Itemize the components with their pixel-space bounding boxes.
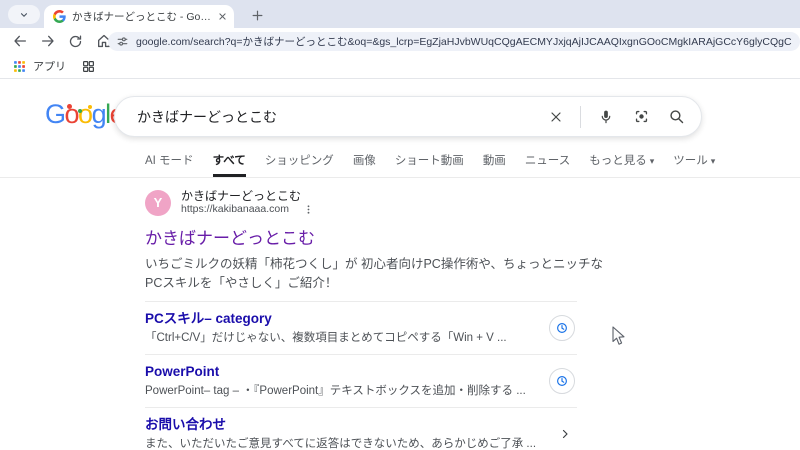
grid-bookmark[interactable] [82,60,95,73]
history-clock-icon [557,323,567,333]
apps-bookmark[interactable]: アプリ [13,58,66,74]
doodle-decoration [78,109,82,113]
clear-search-button[interactable] [546,107,566,127]
sitelink-snippet: 「Ctrl+C/V」だけじゃない、複数項目まとめてコピペする「Win + V .… [145,332,507,344]
new-tab-button[interactable] [248,6,266,24]
voice-search-button[interactable] [596,107,616,127]
tune-icon [117,36,128,46]
google-logo[interactable]: Google [45,99,125,130]
history-button[interactable] [549,368,575,394]
doodle-decoration [88,105,92,109]
logo-letter: o [78,99,93,129]
tabs-divider [0,177,800,178]
reload-icon [69,35,82,47]
plus-icon [252,10,262,20]
sitelink-row: PowerPoint PowerPoint– tag – ・『PowerPoin… [145,354,577,407]
caret-down-icon: ▾ [710,156,716,166]
search-box-divider [580,105,581,128]
sitelinks: PCスキル– category 「Ctrl+C/V」だけじゃない、複数項目まとめ… [145,301,577,450]
lens-search-button[interactable] [631,107,651,127]
sitelink-title-link[interactable]: PCスキル– category [145,311,272,327]
close-icon [551,111,561,122]
search-input[interactable] [137,108,531,125]
logo-letter: G [45,99,66,129]
tab-title: かきばナーどっとこむ - Google 検索 [72,11,212,23]
site-name: かきばナーどっとこむ [181,189,302,203]
tab-search-button[interactable] [8,5,40,24]
result-title-link[interactable]: かきばナーどっとこむ [145,224,315,249]
chevron-right-icon [562,429,568,439]
reload-button[interactable] [67,33,84,50]
url-text: google.com/search?q=かきばナーどっとこむ&oq=&gs_lc… [136,35,792,48]
browser-tab[interactable]: かきばナーどっとこむ - Google 検索 [44,5,234,28]
tab-short-videos[interactable]: ショート動画 [395,150,464,177]
history-clock-icon [557,376,567,386]
bookmark-label: アプリ [33,61,66,73]
sitelink-row: PCスキル– category 「Ctrl+C/V」だけじゃない、複数項目まとめ… [145,301,577,354]
sitelink-title-link[interactable]: お問い合わせ [145,417,226,433]
caret-down-icon: ▾ [649,156,655,166]
logo-letter: g [91,99,107,129]
bookmarks-bar: アプリ [0,54,800,79]
search-submit-button[interactable] [666,107,686,127]
address-bar[interactable]: google.com/search?q=かきばナーどっとこむ&oq=&gs_lc… [108,31,800,51]
tab-tools[interactable]: ツール ▾ [673,150,715,177]
forward-arrow-icon [41,35,54,47]
tab-strip: かきばナーどっとこむ - Google 検索 [0,0,800,28]
back-button[interactable] [11,33,28,50]
grid-icon [83,60,94,72]
site-favicon[interactable]: Y [145,189,171,216]
camera-lens-icon [635,110,647,123]
sitelink-snippet: また、いただいたご意見すべてに返答はできないため、あらかじめご了承 ... [145,438,537,450]
google-favicon-icon [53,10,66,23]
doodle-decoration [67,104,72,109]
search-results: Y かきばナーどっとこむ https://kakibanaaa.com かきばナ… [145,189,603,450]
site-url: https://kakibanaaa.com [181,203,289,215]
search-box[interactable] [114,96,702,137]
tab-ai-mode[interactable]: AI モード [145,150,194,177]
tab-videos[interactable]: 動画 [483,150,506,177]
search-result-tabs: AI モード すべて ショッピング 画像 ショート動画 動画 ニュース もっと見… [145,150,715,177]
microphone-icon [601,110,611,123]
tab-all[interactable]: すべて [212,150,246,177]
sitelink-row: お問い合わせ また、いただいたご意見すべてに返答はできないため、あらかじめご了承… [145,407,577,450]
expand-button[interactable] [555,424,575,444]
search-icon [669,110,683,124]
sitelink-snippet: PowerPoint– tag – ・『PowerPoint』テキストボックスを… [145,385,526,397]
result-source-row: Y かきばナーどっとこむ https://kakibanaaa.com [145,189,577,216]
tab-close-icon[interactable] [218,12,227,21]
sitelink-title-link[interactable]: PowerPoint [145,364,219,380]
more-options-icon[interactable] [303,204,314,215]
logo-letter: o [64,99,80,129]
tab-more[interactable]: もっと見る ▾ [589,150,654,177]
back-arrow-icon [13,35,26,47]
tab-shopping[interactable]: ショッピング [265,150,334,177]
result-snippet: いちごミルクの妖精「柿花つくし」が 初心者向けPC操作術や、ちょっとニッチなPC… [145,257,603,290]
mouse-cursor [612,326,625,345]
tab-images[interactable]: 画像 [353,150,376,177]
apps-grid-icon [14,60,25,72]
chevron-down-icon [20,12,28,17]
tab-news[interactable]: ニュース [525,150,570,177]
history-button[interactable] [549,315,575,341]
browser-toolbar: google.com/search?q=かきばナーどっとこむ&oq=&gs_lc… [0,28,800,54]
forward-button[interactable] [39,33,56,50]
